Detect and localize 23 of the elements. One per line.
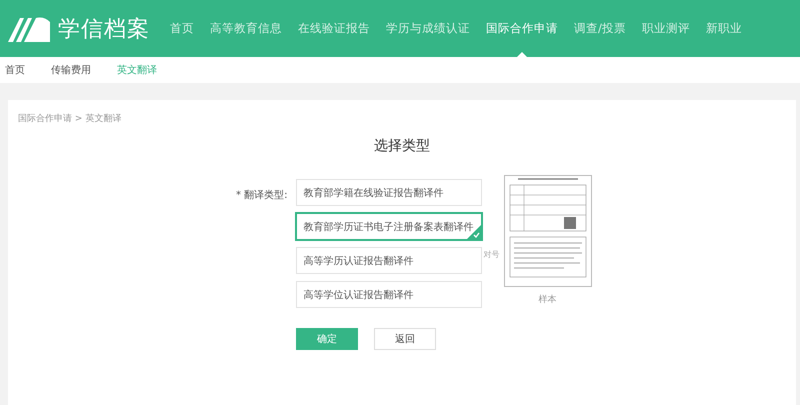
subnav-tab[interactable]: 传输费用 <box>51 63 91 77</box>
nav-tab[interactable]: 在线验证报告 <box>298 0 370 57</box>
type-option[interactable]: 教育部学籍在线验证报告翻译件 <box>296 179 482 206</box>
nav-tab[interactable]: 新职业 <box>706 0 742 57</box>
confirm-button[interactable]: 确定 <box>296 328 358 350</box>
back-button[interactable]: 返回 <box>374 328 436 350</box>
nav-tab[interactable]: 首页 <box>170 0 194 57</box>
nav-tab[interactable]: 国际合作申请 <box>486 0 558 57</box>
sample-caption: 样本 <box>538 294 557 306</box>
type-option[interactable]: 教育部学历证书电子注册备案表翻译件 <box>296 213 482 240</box>
type-option[interactable]: 高等学历认证报告翻译件 <box>296 247 482 274</box>
nav-tab[interactable]: 高等教育信息 <box>210 0 282 57</box>
subnav-tab[interactable]: 英文翻译 <box>117 63 157 77</box>
logo-text: 学信档案 <box>58 16 150 44</box>
nav-tab[interactable]: 调查/投票 <box>574 0 626 57</box>
nav-tab[interactable]: 学历与成绩认证 <box>386 0 470 57</box>
breadcrumb: 国际合作申请 > 英文翻译 <box>18 112 122 125</box>
type-option[interactable]: 高等学位认证报告翻译件 <box>296 281 482 308</box>
page-title: 选择类型 <box>373 137 431 155</box>
nav-tab[interactable]: 职业测评 <box>642 0 690 57</box>
hint-text: 对号 <box>484 249 500 260</box>
field-label: * 翻译类型: <box>236 188 288 202</box>
subnav-tab[interactable]: 首页 <box>5 63 25 77</box>
